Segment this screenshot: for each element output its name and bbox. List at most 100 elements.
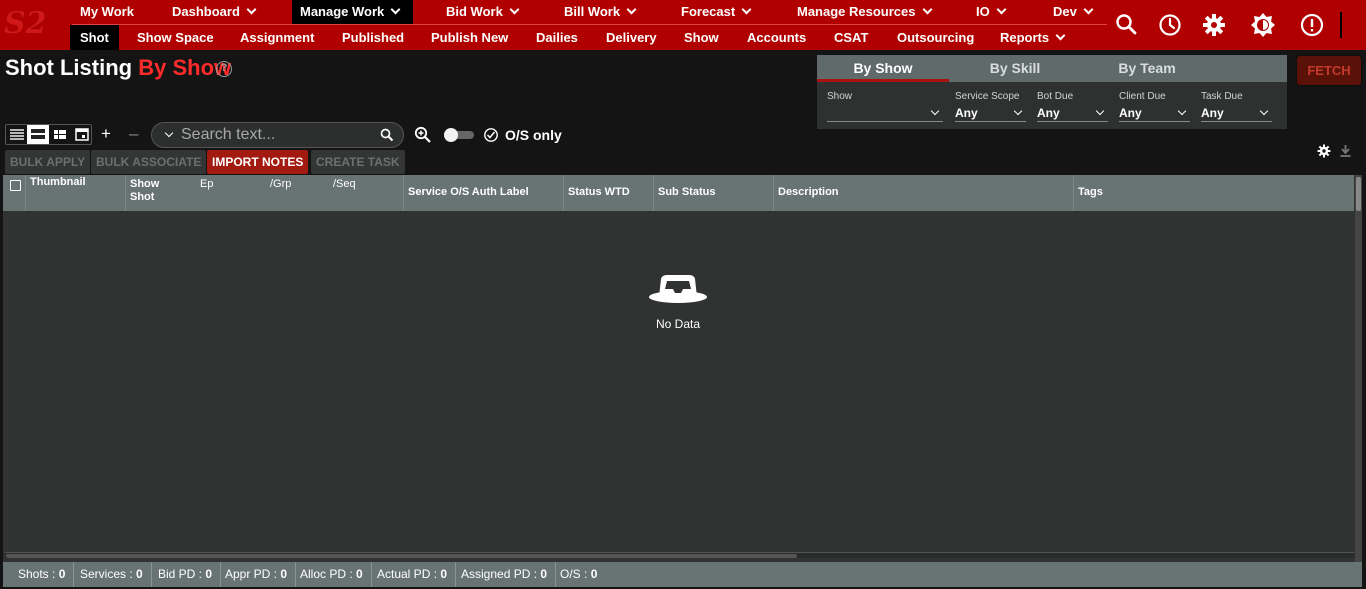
select-all-checkbox[interactable] <box>10 180 21 191</box>
nav-dashboard[interactable]: Dashboard <box>172 0 257 24</box>
subnav-assignment[interactable]: Assignment <box>240 25 314 50</box>
chevron-down-icon <box>996 4 1007 15</box>
subnav-outsourcing[interactable]: Outsourcing <box>897 25 974 50</box>
nav-label: Manage Resources <box>797 4 916 19</box>
nav-separator <box>1340 12 1342 38</box>
expand-all-button[interactable]: + <box>101 124 111 144</box>
field-label: Show <box>827 91 853 102</box>
subnav-delivery[interactable]: Delivery <box>606 25 657 50</box>
subnav-published[interactable]: Published <box>342 25 404 50</box>
app-logo[interactable]: S2 <box>4 6 54 42</box>
history-icon[interactable] <box>1157 12 1183 38</box>
nav-io[interactable]: IO <box>976 0 1007 24</box>
import-notes-button[interactable]: IMPORT NOTES <box>207 150 309 174</box>
search-icon[interactable] <box>1114 12 1140 38</box>
filter-panel: By Show By Skill By Team Show Service Sc… <box>817 55 1287 129</box>
nav-manage-work[interactable]: Manage Work <box>292 0 414 24</box>
chevron-down-icon <box>741 4 752 15</box>
gear-icon[interactable] <box>1317 144 1331 158</box>
fetch-button[interactable]: FETCH <box>1297 56 1361 85</box>
column-service-auth-label[interactable]: Service O/S Auth Label <box>404 175 564 211</box>
top-navigation-bar: S2 My Work Dashboard Manage Work Bid Wor… <box>0 0 1366 50</box>
help-icon[interactable]: ? <box>216 61 232 77</box>
chevron-down-icon <box>1177 106 1187 116</box>
column-label: Thumbnail <box>30 176 86 188</box>
bulk-associate-button[interactable]: BULK ASSOCIATE <box>91 150 207 174</box>
search-input[interactable] <box>181 126 371 144</box>
alert-icon[interactable] <box>1299 12 1325 38</box>
service-scope-select[interactable]: Service Scope Any <box>955 91 1026 122</box>
stat-value: 0 <box>590 567 598 581</box>
page-title: Shot Listing By Show <box>5 55 231 81</box>
bulk-apply-button[interactable]: BULK APPLY <box>5 150 91 174</box>
vertical-scrollbar-thumb[interactable] <box>1356 177 1361 211</box>
client-due-select[interactable]: Client Due Any <box>1119 91 1190 122</box>
chevron-down-icon <box>930 106 940 116</box>
column-sub-status[interactable]: Sub Status <box>654 175 774 211</box>
field-label: Service Scope <box>955 91 1020 102</box>
tab-by-team[interactable]: By Team <box>1081 55 1213 82</box>
field-value: Any <box>1119 106 1142 120</box>
subnav-label: Dailies <box>536 30 578 45</box>
list-view-icon[interactable] <box>6 125 28 144</box>
column-description[interactable]: Description <box>774 175 1074 211</box>
shot-table: Thumbnail Show Shot Ep /Grp /Seq Service… <box>3 175 1362 587</box>
tab-by-show[interactable]: By Show <box>817 55 949 82</box>
search-icon[interactable] <box>380 128 394 142</box>
chevron-down-icon <box>246 4 257 15</box>
grid-view-icon[interactable] <box>49 125 71 144</box>
chevron-down-icon <box>1083 4 1094 15</box>
nav-forecast[interactable]: Forecast <box>681 0 752 24</box>
row-view-icon[interactable] <box>27 125 49 144</box>
nav-label: IO <box>976 4 990 19</box>
bot-due-select[interactable]: Bot Due Any <box>1037 91 1108 122</box>
subnav-reports[interactable]: Reports <box>1000 25 1066 50</box>
task-due-select[interactable]: Task Due Any <box>1201 91 1272 122</box>
collapse-all-button[interactable]: – <box>129 124 138 144</box>
zoom-in-icon[interactable] <box>414 126 432 144</box>
subnav-accounts[interactable]: Accounts <box>747 25 806 50</box>
column-show-shot[interactable]: Show Shot Ep /Grp /Seq <box>126 175 404 211</box>
subnav-csat[interactable]: CSAT <box>834 25 868 50</box>
subnav-show[interactable]: Show <box>684 25 719 50</box>
stat-services: Services : 0 <box>80 562 152 587</box>
stat-label: Actual PD : <box>377 567 438 581</box>
subnav-dailies[interactable]: Dailies <box>536 25 578 50</box>
stat-label: Appr PD : <box>225 567 278 581</box>
subnav-publish-new[interactable]: Publish New <box>431 25 508 50</box>
subnav-label: Assignment <box>240 30 315 45</box>
column-tags[interactable]: Tags <box>1074 175 1354 211</box>
column-label: Shot <box>130 191 155 203</box>
subnav-show-space[interactable]: Show Space <box>137 25 214 50</box>
column-status-wtd[interactable]: Status WTD <box>564 175 654 211</box>
chevron-down-icon[interactable] <box>164 128 174 138</box>
stat-value: 0 <box>440 567 448 581</box>
column-label: Description <box>778 186 839 198</box>
create-task-button[interactable]: CREATE TASK <box>311 150 405 174</box>
calendar-view-icon[interactable] <box>71 125 93 144</box>
tab-by-skill[interactable]: By Skill <box>949 55 1081 82</box>
vertical-scrollbar[interactable] <box>1355 175 1362 562</box>
nav-bid-work[interactable]: Bid Work <box>446 0 520 24</box>
field-label: Task Due <box>1201 91 1243 102</box>
settings-icon[interactable] <box>1201 12 1227 38</box>
download-icon[interactable] <box>1339 144 1352 158</box>
show-select[interactable]: Show <box>827 91 943 122</box>
table-header: Thumbnail Show Shot Ep /Grp /Seq Service… <box>3 175 1354 211</box>
subnav-shot[interactable]: Shot <box>70 25 119 50</box>
stat-label: Alloc PD : <box>300 567 353 581</box>
horizontal-scrollbar-thumb[interactable] <box>6 554 797 558</box>
field-label: Client Due <box>1119 91 1166 102</box>
nav-bill-work[interactable]: Bill Work <box>564 0 637 24</box>
os-only-label: O/S only <box>505 127 562 143</box>
nav-dev[interactable]: Dev <box>1053 0 1094 24</box>
nav-my-work[interactable]: My Work <box>80 0 134 24</box>
stat-value: 0 <box>356 567 363 581</box>
stat-label: Bid PD : <box>158 567 203 581</box>
nav-manage-resources[interactable]: Manage Resources <box>797 0 932 24</box>
chevron-down-icon <box>509 4 520 15</box>
stat-assigned-pd: Assigned PD : 0 <box>461 562 557 587</box>
os-only-toggle[interactable] <box>444 128 474 142</box>
theme-icon[interactable] <box>1250 12 1276 38</box>
column-thumbnail[interactable]: Thumbnail <box>26 175 126 211</box>
